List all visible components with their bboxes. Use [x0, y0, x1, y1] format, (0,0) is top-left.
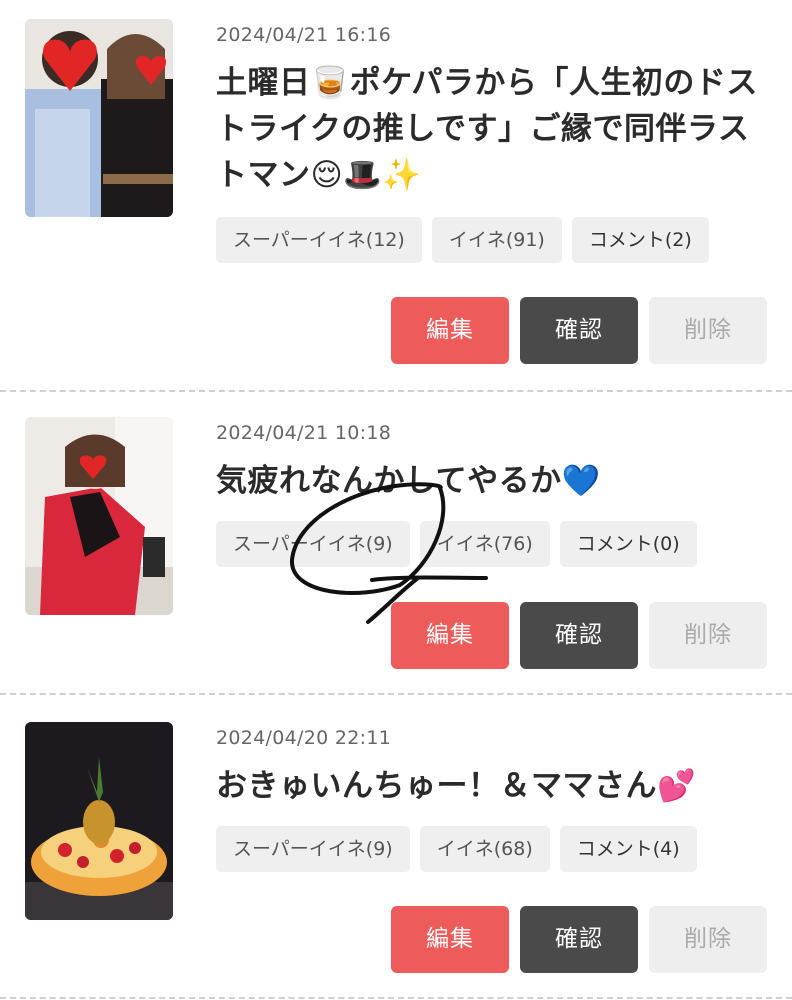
comment-chip[interactable]: コメント(4)	[559, 826, 697, 872]
comment-chip[interactable]: コメント(0)	[559, 521, 697, 567]
post-divider	[0, 390, 792, 392]
confirm-button[interactable]: 確認	[520, 906, 638, 973]
edit-button[interactable]: 編集	[391, 602, 509, 669]
post-thumbnail[interactable]	[25, 19, 173, 217]
edit-button[interactable]: 編集	[391, 297, 509, 364]
edit-button[interactable]: 編集	[391, 906, 509, 973]
post-date: 2024/04/20 22:11	[216, 727, 392, 749]
super-like-chip[interactable]: スーパーイイネ(9)	[216, 826, 410, 872]
delete-button[interactable]: 削除	[649, 602, 767, 669]
confirm-button[interactable]: 確認	[520, 602, 638, 669]
reaction-chips: スーパーイイネ(12) イイネ(91) コメント(2)	[216, 217, 709, 263]
super-like-chip[interactable]: スーパーイイネ(9)	[216, 521, 410, 567]
post-title[interactable]: 土曜日🥃ポケパラから「人生初のドストライクの推しです」ご縁で同伴ラストマン😌🎩✨	[216, 60, 776, 198]
post-date: 2024/04/21 10:18	[216, 422, 392, 444]
reaction-chips: スーパーイイネ(9) イイネ(76) コメント(0)	[216, 521, 697, 567]
reaction-chips: スーパーイイネ(9) イイネ(68) コメント(4)	[216, 826, 697, 872]
delete-button[interactable]: 削除	[649, 906, 767, 973]
delete-button[interactable]: 削除	[649, 297, 767, 364]
like-chip[interactable]: イイネ(76)	[419, 521, 550, 567]
post-divider	[0, 693, 792, 695]
comment-chip[interactable]: コメント(2)	[571, 217, 709, 263]
post-title[interactable]: 気疲れなんかしてやるか💙	[216, 458, 776, 504]
confirm-button[interactable]: 確認	[520, 297, 638, 364]
post-title[interactable]: おきゅいんちゅー！＆ママさん💕	[216, 763, 776, 809]
post-date: 2024/04/21 16:16	[216, 24, 392, 46]
like-chip[interactable]: イイネ(91)	[431, 217, 562, 263]
post-thumbnail[interactable]	[25, 417, 173, 615]
post-thumbnail[interactable]	[25, 722, 173, 920]
post-divider	[0, 997, 792, 999]
super-like-chip[interactable]: スーパーイイネ(12)	[216, 217, 422, 263]
like-chip[interactable]: イイネ(68)	[419, 826, 550, 872]
